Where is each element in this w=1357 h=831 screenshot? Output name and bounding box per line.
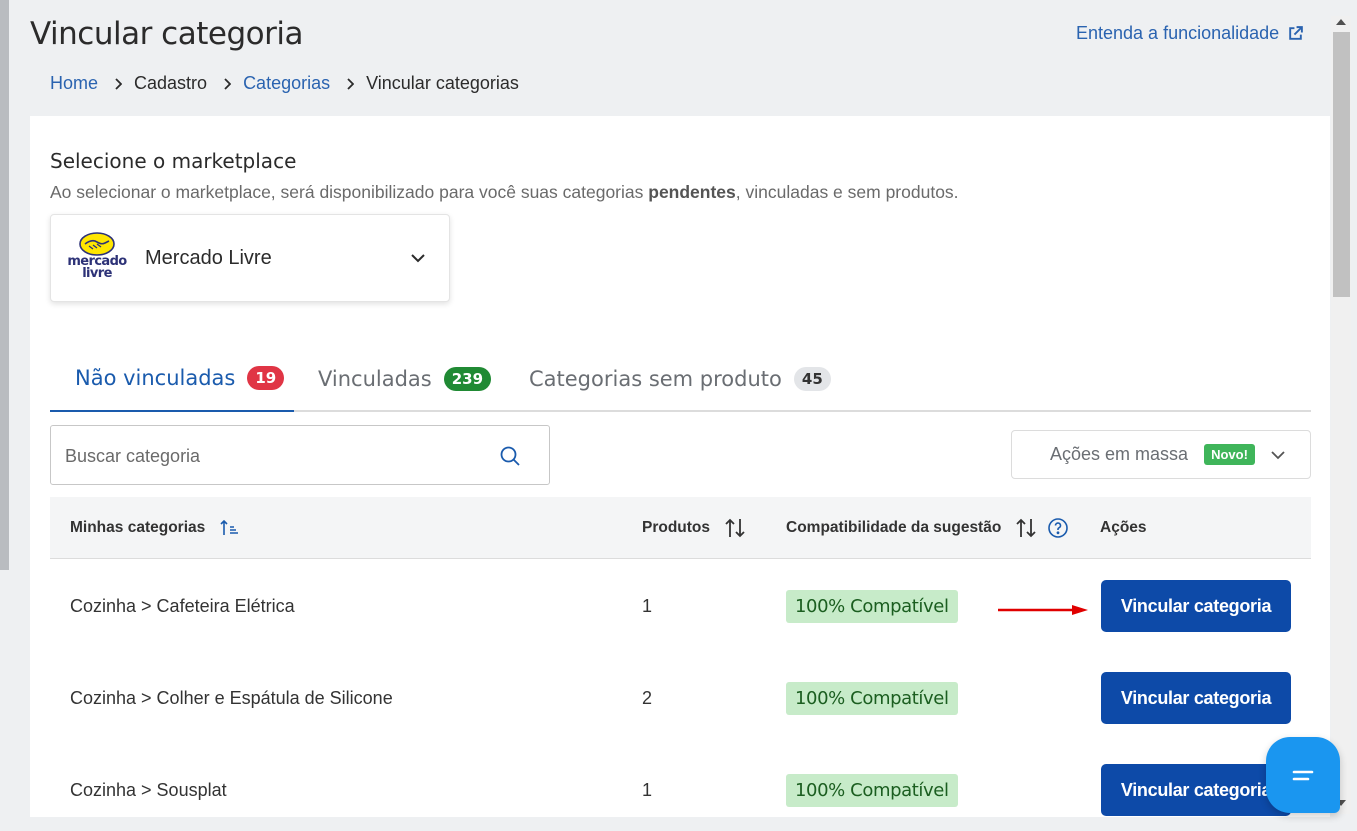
chat-widget-button[interactable] — [1266, 737, 1340, 813]
breadcrumb-current: Vincular categorias — [366, 73, 519, 93]
window-left-edge — [0, 0, 9, 570]
red-arrow-annotation — [998, 605, 1088, 615]
vincular-categoria-button[interactable]: Vincular categoria — [1101, 672, 1291, 724]
help-link-label: Entenda a funcionalidade — [1076, 23, 1280, 43]
search-input[interactable] — [65, 444, 485, 468]
tab-vinculadas[interactable]: Vinculadas 239 — [318, 346, 492, 412]
chevron-down-icon — [1271, 450, 1285, 459]
scroll-up-arrow-icon[interactable] — [1335, 18, 1347, 26]
count-badge: 239 — [443, 367, 492, 391]
count-badge: 45 — [793, 367, 831, 391]
chevron-down-icon — [411, 254, 425, 263]
bulk-actions-dropdown[interactable]: Ações em massa Novo! — [1011, 430, 1311, 479]
help-circle-icon[interactable] — [1047, 517, 1069, 539]
breadcrumb-categorias[interactable]: Categorias — [243, 73, 330, 94]
table-header: Minhas categorias Produtos Compatibilida… — [50, 497, 1311, 559]
marketplace-selected-value: Mercado Livre — [145, 246, 272, 269]
compat-cell: 100% Compatível — [786, 560, 958, 652]
window-bottom-edge — [0, 817, 1357, 831]
help-link[interactable]: Entenda a funcionalidade — [1076, 23, 1304, 44]
handshake-logo-icon — [79, 232, 115, 256]
header-acoes: Ações — [1100, 519, 1147, 536]
new-badge: Novo! — [1204, 444, 1255, 465]
header-produtos: Produtos — [642, 497, 746, 559]
marketplace-section-title: Selecione o marketplace — [50, 149, 297, 173]
chevron-right-icon — [224, 77, 232, 90]
chat-icon — [1292, 770, 1314, 781]
table-row: Cozinha > Cafeteira Elétrica 1 100% Comp… — [50, 560, 1311, 652]
tab-categorias-sem-produto[interactable]: Categorias sem produto 45 — [529, 346, 831, 412]
search-box — [50, 425, 550, 485]
bulk-actions-label: Ações em massa — [1050, 444, 1189, 464]
header-minhas-categorias: Minhas categorias — [70, 497, 241, 559]
chevron-right-icon — [347, 77, 355, 90]
compat-badge: 100% Compatível — [786, 773, 958, 807]
table-row: Cozinha > Colher e Espátula de Silicone … — [50, 652, 1311, 744]
sort-ascending-icon[interactable] — [219, 519, 241, 537]
page-title: Vincular categoria — [30, 16, 303, 52]
tab-nao-vinculadas[interactable]: Não vinculadas 19 — [50, 346, 294, 412]
compat-cell: 100% Compatível — [786, 652, 958, 744]
marketplace-description: Ao selecionar o marketplace, será dispon… — [50, 182, 959, 202]
vincular-categoria-button[interactable]: Vincular categoria — [1101, 580, 1291, 632]
sort-icon[interactable] — [724, 517, 746, 539]
category-tabs: Não vinculadas 19 Vinculadas 239 Categor… — [50, 346, 1311, 412]
main-card: Selecione o marketplace Ao selecionar o … — [30, 116, 1330, 831]
mercado-livre-logo: mercado livre — [67, 232, 127, 284]
compat-badge: 100% Compatível — [786, 589, 958, 623]
chevron-right-icon — [115, 77, 123, 90]
sort-icon[interactable] — [1015, 517, 1037, 539]
search-icon[interactable] — [499, 445, 521, 467]
scrollbar-thumb[interactable] — [1333, 32, 1350, 297]
marketplace-select[interactable]: mercado livre Mercado Livre — [50, 214, 450, 302]
compat-badge: 100% Compatível — [786, 681, 958, 715]
products-cell: 1 — [642, 595, 653, 616]
products-cell: 2 — [642, 687, 653, 708]
external-link-icon — [1289, 26, 1304, 40]
breadcrumb-home[interactable]: Home — [50, 73, 98, 94]
vincular-categoria-button[interactable]: Vincular categoria — [1101, 764, 1291, 816]
category-cell: Cozinha > Colher e Espátula de Silicone — [70, 687, 393, 708]
breadcrumb: Home Cadastro Categorias Vincular catego… — [50, 73, 519, 94]
breadcrumb-cadastro: Cadastro — [134, 73, 208, 93]
count-badge: 19 — [247, 366, 285, 390]
header-compatibilidade: Compatibilidade da sugestão — [786, 497, 1069, 559]
category-cell: Cozinha > Cafeteira Elétrica — [70, 595, 295, 616]
